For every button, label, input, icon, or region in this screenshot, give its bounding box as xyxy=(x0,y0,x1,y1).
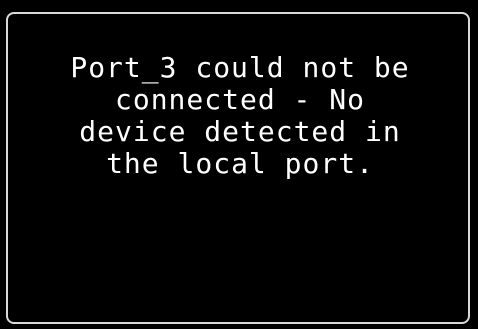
message-dialog: Port_3 could not be connected - No devic… xyxy=(6,12,470,324)
error-message-line-1: Port_3 could not be xyxy=(70,51,410,84)
error-message: Port_3 could not be connected - No devic… xyxy=(8,52,472,180)
error-message-line-2: connected - No xyxy=(114,83,365,116)
error-message-line-3: device detected in xyxy=(79,115,401,148)
terminal-screen: Port_3 could not be connected - No devic… xyxy=(0,0,478,329)
error-message-line-4: the local port. xyxy=(106,147,374,180)
